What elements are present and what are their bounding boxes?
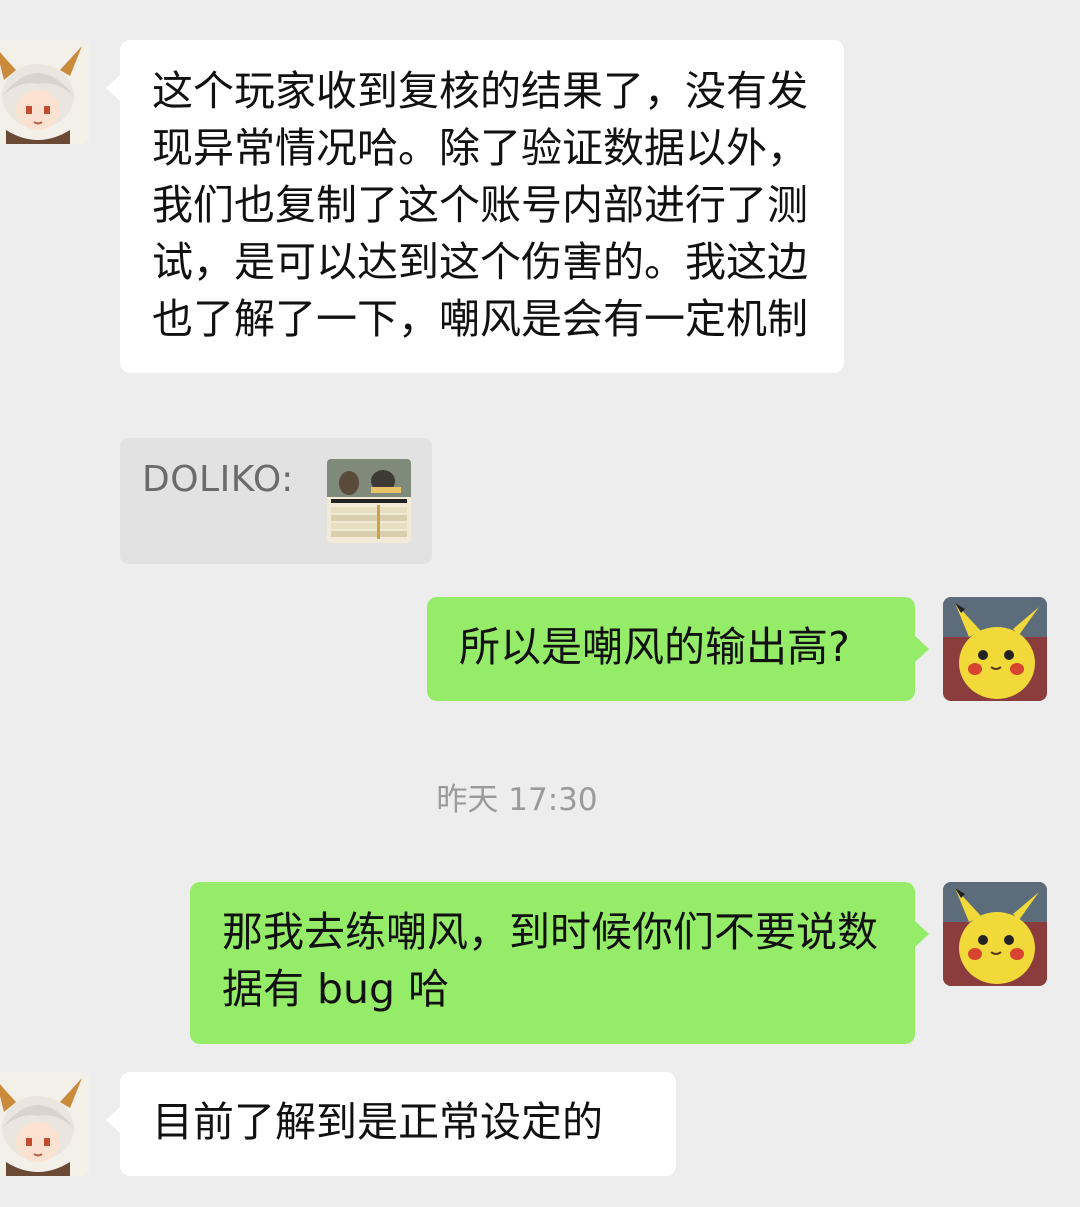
pikachu-plush-avatar-icon xyxy=(943,882,1047,986)
anime-character-avatar-icon xyxy=(0,1072,90,1176)
pikachu-plush-avatar-icon xyxy=(943,597,1047,701)
quote-sender-label: DOLIKO: xyxy=(142,459,294,500)
message-text: 那我去练嘲风，到时候你们不要说数据有 bug 哈 xyxy=(222,908,878,1013)
bubble-tail xyxy=(106,74,121,102)
bubble-tail xyxy=(914,635,929,663)
chat-area: 这个玩家收到复核的结果了，没有发现异常情况哈。除了验证数据以外，我们也复制了这个… xyxy=(0,0,1080,1207)
bubble-tail xyxy=(914,920,929,948)
my-avatar[interactable] xyxy=(943,882,1047,986)
message-bubble-incoming[interactable]: 目前了解到是正常设定的 xyxy=(106,1072,676,1176)
bubble-tail xyxy=(106,1106,121,1134)
message-text: 所以是嘲风的输出高? xyxy=(459,623,850,671)
message-text: 目前了解到是正常设定的 xyxy=(152,1098,603,1146)
message-bubble-outgoing[interactable]: 那我去练嘲风，到时候你们不要说数据有 bug 哈 xyxy=(190,882,929,1044)
timestamp: 昨天 17:30 xyxy=(436,782,598,818)
message-bubble-incoming[interactable]: 这个玩家收到复核的结果了，没有发现异常情况哈。除了验证数据以外，我们也复制了这个… xyxy=(106,40,844,373)
message-text: 这个玩家收到复核的结果了，没有发现异常情况哈。除了验证数据以外，我们也复制了这个… xyxy=(152,67,808,343)
contact-avatar[interactable] xyxy=(0,1072,90,1176)
my-avatar[interactable] xyxy=(943,597,1047,701)
quote-thumbnail[interactable] xyxy=(327,459,411,543)
game-screenshot-thumbnail-icon xyxy=(327,459,411,543)
quoted-message[interactable]: DOLIKO: xyxy=(120,438,432,564)
message-bubble-outgoing[interactable]: 所以是嘲风的输出高? xyxy=(427,597,929,701)
contact-avatar[interactable] xyxy=(0,40,90,144)
anime-character-avatar-icon xyxy=(0,40,90,144)
